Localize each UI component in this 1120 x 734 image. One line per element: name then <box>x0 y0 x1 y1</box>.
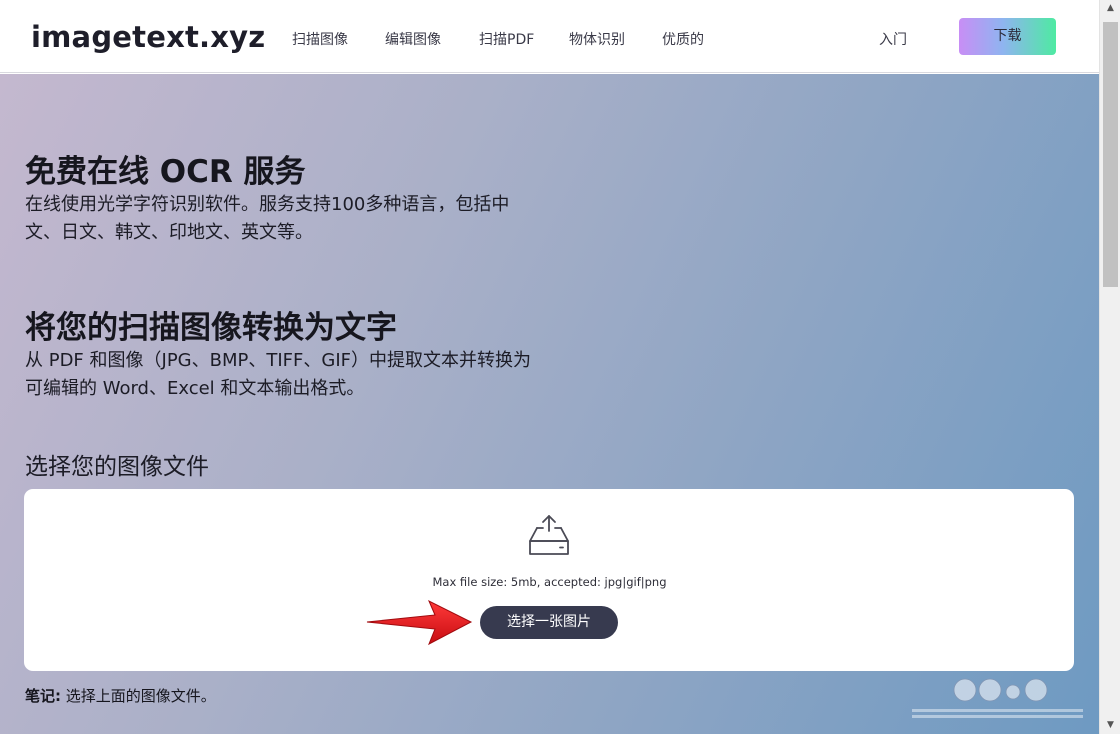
scroll-up-arrow-icon[interactable]: ▲ <box>1100 0 1120 17</box>
nav-scan-image[interactable]: 扫描图像 <box>292 29 348 49</box>
nav-scan-pdf[interactable]: 扫描PDF <box>479 29 534 49</box>
choose-file-heading: 选择您的图像文件 <box>25 454 209 480</box>
main-title: 免费在线 OCR 服务 <box>25 154 306 190</box>
nav-edit-image[interactable]: 编辑图像 <box>385 29 441 49</box>
nav-object-recognition[interactable]: 物体识别 <box>569 29 625 49</box>
choose-image-button[interactable]: 选择一张图片 <box>480 606 618 639</box>
nav-getting-started[interactable]: 入门 <box>879 29 907 49</box>
convert-title: 将您的扫描图像转换为文字 <box>25 310 397 346</box>
file-limits-text: Max file size: 5mb, accepted: jpg|gif|pn… <box>432 575 667 589</box>
scrollbar-thumb[interactable] <box>1103 22 1118 287</box>
site-header: imagetext.xyz 扫描图像 编辑图像 扫描PDF 物体识别 优质的 入… <box>0 0 1099 73</box>
main-description: 在线使用光学字符识别软件。服务支持100多种语言，包括中文、日文、韩文、印地文、… <box>25 194 510 243</box>
note-label: 笔记: <box>25 687 61 705</box>
convert-description: 从 PDF 和图像（JPG、BMP、TIFF、GIF）中提取文本并转换为可编辑的… <box>25 350 531 399</box>
watermark-logo <box>912 678 1083 718</box>
nav-premium[interactable]: 优质的 <box>662 29 704 49</box>
note-text: 笔记: 选择上面的图像文件。 <box>25 685 216 706</box>
site-logo[interactable]: imagetext.xyz <box>31 20 265 54</box>
page: imagetext.xyz 扫描图像 编辑图像 扫描PDF 物体识别 优质的 入… <box>0 0 1099 734</box>
red-arrow-annotation <box>366 599 473 646</box>
scroll-down-arrow-icon[interactable]: ▼ <box>1100 717 1120 734</box>
vertical-scrollbar[interactable]: ▲ ▼ <box>1099 0 1120 734</box>
download-button[interactable]: 下载 <box>959 18 1056 55</box>
note-body: 选择上面的图像文件。 <box>61 687 216 705</box>
upload-tray-icon[interactable] <box>528 514 570 558</box>
